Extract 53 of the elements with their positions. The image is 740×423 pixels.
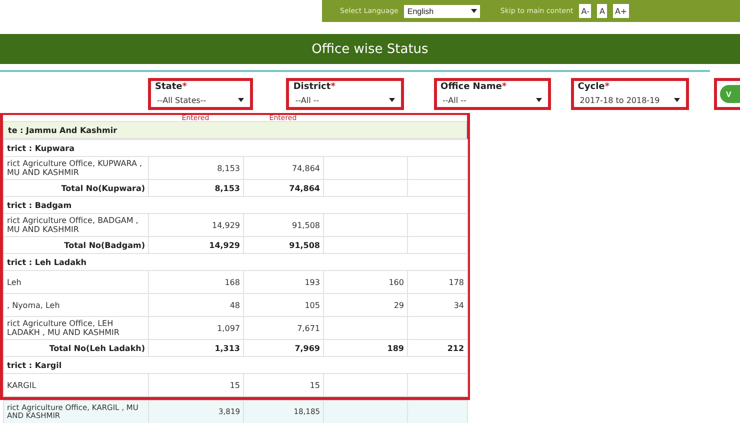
row-label: rict Agriculture Office, KUPWARA , MU AND KASHMIR: [4, 156, 148, 180]
filter-select[interactable]: --All States--: [155, 94, 246, 106]
total-label: Total No(Badgam): [4, 236, 148, 254]
table-cell: 105: [244, 294, 324, 316]
row-label: , Nyoma, Leh: [4, 294, 148, 316]
row-label: Leh: [4, 270, 148, 294]
table-cell: 8,153: [148, 180, 244, 196]
table-cell: 189: [324, 340, 408, 356]
table-cell: [408, 316, 468, 340]
district-heading: trict : Badgam: [7, 200, 72, 210]
font-size-button[interactable]: A: [597, 4, 607, 18]
table-cell: 178: [408, 270, 468, 294]
filter-label: District*: [293, 82, 336, 92]
filter-label: Cycle*: [578, 82, 610, 92]
table-cell: 15: [244, 374, 324, 396]
table-cell: 7,671: [244, 316, 324, 340]
table-cell: 212: [408, 340, 468, 356]
table-cell: 14,929: [148, 214, 244, 236]
table-cell: 160: [324, 270, 408, 294]
total-label: Total No(Kupwara): [4, 180, 148, 196]
table-cell: 74,864: [244, 180, 324, 196]
table-cell: 34: [408, 294, 468, 316]
row-label: KARGIL: [4, 374, 148, 396]
row-label: rict Agriculture Office, BADGAM , MU AND KASHMIR: [4, 214, 148, 236]
font-size-button[interactable]: A-: [579, 4, 592, 18]
district-heading: trict : Kargil: [7, 360, 62, 370]
row-label: rict Agriculture Office, LEH LADAKH , MU AND KASHMIR: [4, 316, 148, 340]
page-title: Office wise Status: [0, 34, 740, 64]
district-heading: trict : Leh Ladakh: [7, 258, 86, 266]
table-cell: 7,969: [244, 340, 324, 356]
table-cell: 193: [244, 270, 324, 294]
district-heading: trict : Kupwara: [7, 144, 74, 152]
state-heading: te : Jammu And Kashmir: [3, 121, 467, 139]
table-cell: 1,097: [148, 316, 244, 340]
table-cell: 14,929: [148, 236, 244, 254]
table-cell: 48: [148, 294, 244, 316]
table-cell: [408, 400, 468, 423]
table-cell: 8,153: [148, 156, 244, 180]
filter-label: State*: [155, 82, 188, 92]
table-cell: 91,508: [244, 236, 324, 254]
table-cell: 91,508: [244, 214, 324, 236]
table-cell: 29: [324, 294, 408, 316]
table-cell: 74,864: [244, 156, 324, 180]
table-cell: 1,313: [148, 340, 244, 356]
table-cell: 168: [148, 270, 244, 294]
filter-select[interactable]: 2017-18 to 2018-19: [578, 94, 682, 106]
total-label: Total No(Leh Ladakh): [4, 340, 148, 356]
filter-select[interactable]: --All --: [440, 94, 544, 106]
filter-select[interactable]: --All --: [293, 94, 397, 106]
language-select[interactable]: English: [404, 4, 480, 18]
font-size-button[interactable]: A+: [612, 4, 630, 18]
filter-label: Office Name*: [440, 82, 508, 92]
table-cell: 15: [148, 374, 244, 396]
